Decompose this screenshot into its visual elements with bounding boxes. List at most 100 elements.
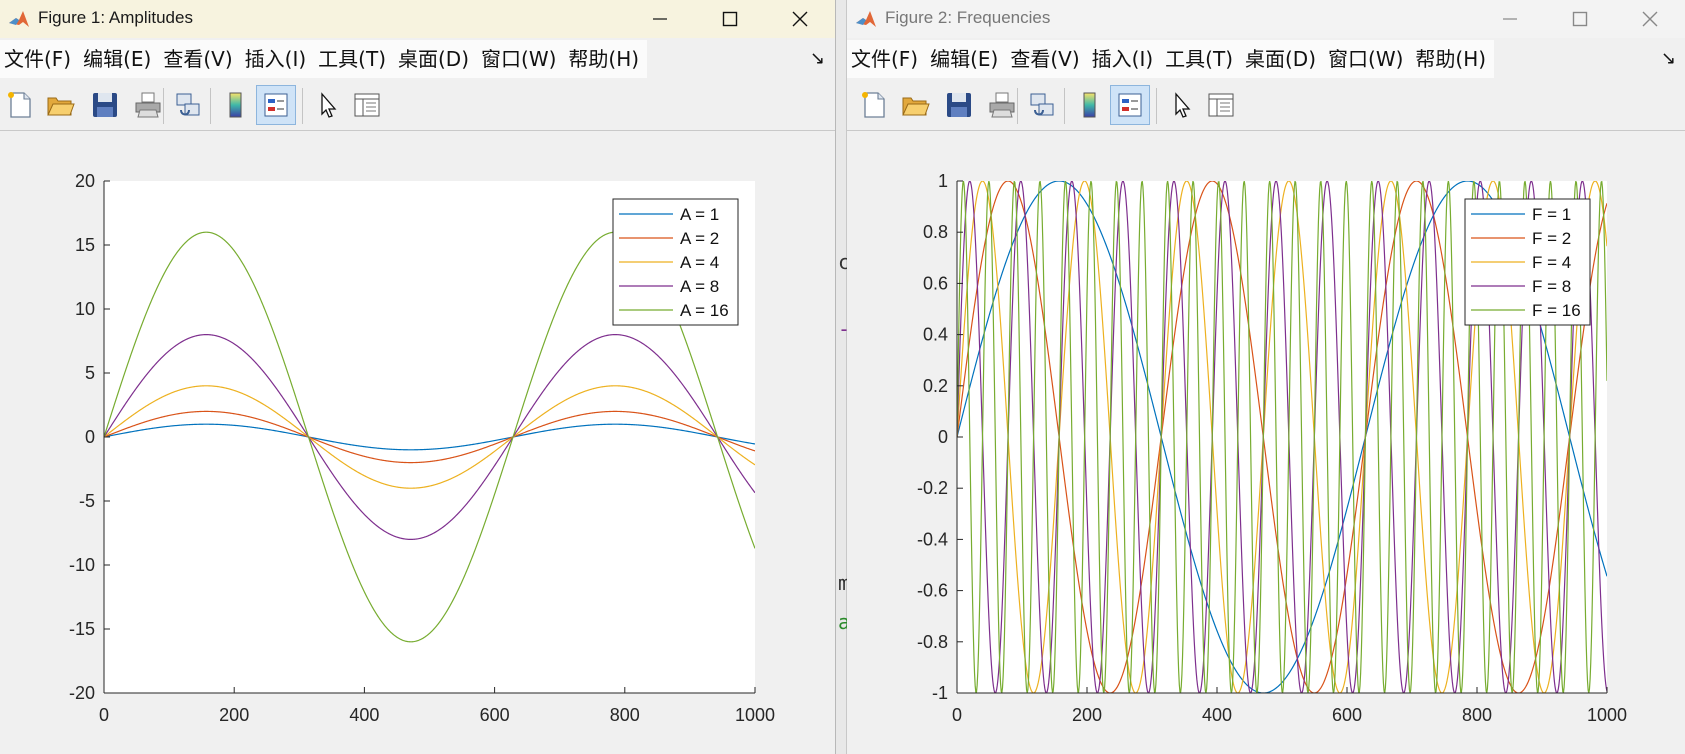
window-title: Figure 1: Amplitudes [38,8,193,27]
maximize-button[interactable] [695,0,765,38]
print-button[interactable] [982,85,1022,125]
close-icon [792,11,808,27]
close-button[interactable] [765,0,835,38]
menu-file[interactable]: 文件(F) [0,40,79,78]
legend-label: F = 16 [1532,301,1581,320]
legend[interactable]: A = 1 A = 2 A = 4 A = 8 A = 16 [612,198,739,326]
title-bar[interactable]: Figure 1: Amplitudes [0,0,835,38]
menu-insert[interactable]: 插入(I) [1088,40,1162,78]
legend-label: F = 4 [1532,253,1571,272]
x-tick-label: 200 [1072,705,1102,725]
x-tick-label: 0 [99,705,109,725]
x-tick-label: 0 [952,705,962,725]
open-file-icon [902,97,930,116]
insert-legend-button[interactable] [1110,85,1150,125]
menu-view[interactable]: 查看(V) [1006,40,1087,78]
title-bar[interactable]: Figure 2: Frequencies [847,0,1685,38]
toolbar-separator [1064,88,1065,124]
menu-window[interactable]: 窗口(W) [477,40,564,78]
print-icon [135,92,161,118]
save-icon [93,93,117,117]
minimize-button[interactable] [1475,0,1545,38]
minimize-button[interactable] [625,0,695,38]
y-tick-label: -20 [69,683,95,703]
open-file-button[interactable] [895,85,935,125]
menu-tools[interactable]: 工具(T) [1161,40,1241,78]
menu-edit[interactable]: 编辑(E) [926,40,1006,78]
menu-help[interactable]: 帮助(H) [1411,40,1494,78]
menu-view[interactable]: 查看(V) [159,40,240,78]
dock-arrow-icon[interactable]: ↘ [810,48,825,69]
y-tick-label: -15 [69,619,95,639]
new-figure-icon [8,92,31,118]
legend-label: A = 2 [680,229,719,248]
menu-desktop[interactable]: 桌面(D) [394,40,477,78]
menu-desktop[interactable]: 桌面(D) [1241,40,1324,78]
y-tick-label: 15 [75,235,95,255]
y-tick-label: 1 [938,171,948,191]
legend[interactable]: F = 1 F = 2 F = 4 F = 8 F = 16 [1464,198,1591,326]
x-tick-label: 600 [480,705,510,725]
y-tick-label: -10 [69,555,95,575]
link-icon [1030,93,1054,116]
frequency-plot-canvas[interactable]: 0 200 400 600 800 1000 1 0.8 0.6 0.4 0.2 0 -0.2 -0.4 -… [847,150,1685,754]
y-tick-label: 0.4 [923,325,948,345]
legend-icon [1118,93,1142,117]
pointer-icon [321,92,337,118]
legend-label: A = 8 [680,277,719,296]
open-file-button[interactable] [40,85,80,125]
maximize-icon [722,11,738,27]
new-figure-button[interactable] [854,85,894,125]
edit-plot-button[interactable] [1161,85,1201,125]
link-icon [176,93,200,116]
menu-insert[interactable]: 插入(I) [241,40,315,78]
maximize-button[interactable] [1545,0,1615,38]
toolbar [0,82,835,131]
insert-legend-button[interactable] [256,85,296,125]
toolbar-separator [1017,88,1018,124]
x-tick-label: 1000 [1587,705,1627,725]
menu-edit[interactable]: 编辑(E) [79,40,159,78]
toolbar [847,82,1685,131]
y-tick-label: 5 [85,363,95,383]
print-button[interactable] [128,85,168,125]
link-plot-button[interactable] [1022,85,1062,125]
x-tick-label: 1000 [735,705,775,725]
y-tick-label: -0.2 [917,478,948,498]
colorbar-icon [1083,92,1096,118]
toolbar-separator [302,88,303,124]
menu-help[interactable]: 帮助(H) [564,40,647,78]
new-figure-button[interactable] [0,85,40,125]
property-inspector-button[interactable] [1201,85,1241,125]
menu-bar: 文件(F) 编辑(E) 查看(V) 插入(I) 工具(T) 桌面(D) 窗口(W… [0,40,835,78]
save-icon [947,93,971,117]
save-button[interactable] [85,85,125,125]
property-inspector-button[interactable] [347,85,387,125]
close-button[interactable] [1615,0,1685,38]
menu-tools[interactable]: 工具(T) [314,40,394,78]
x-tick-label: 400 [349,705,379,725]
window-divider: c - m a [835,0,850,754]
edit-plot-button[interactable] [307,85,347,125]
amplitude-plot-canvas[interactable]: 0 200 400 600 800 1000 20 15 10 5 0 -5 -10 -15 -20 A = … [0,150,835,754]
y-tick-label: 0.6 [923,273,948,293]
x-tick-label: 400 [1202,705,1232,725]
matlab-logo-icon [9,11,29,27]
print-icon [989,92,1015,118]
menu-file[interactable]: 文件(F) [847,40,926,78]
maximize-icon [1572,11,1588,27]
y-tick-label: -1 [932,683,948,703]
y-tick-label: -0.8 [917,632,948,652]
x-tick-label: 800 [1462,705,1492,725]
legend-label: F = 8 [1532,277,1571,296]
property-inspector-icon [354,93,380,117]
link-plot-button[interactable] [168,85,208,125]
dock-arrow-icon[interactable]: ↘ [1661,48,1676,69]
legend-label: A = 4 [680,253,719,272]
menu-window[interactable]: 窗口(W) [1324,40,1411,78]
legend-label: A = 1 [680,205,719,224]
insert-colorbar-button[interactable] [215,85,255,125]
save-button[interactable] [939,85,979,125]
open-file-icon [47,97,75,116]
insert-colorbar-button[interactable] [1069,85,1109,125]
